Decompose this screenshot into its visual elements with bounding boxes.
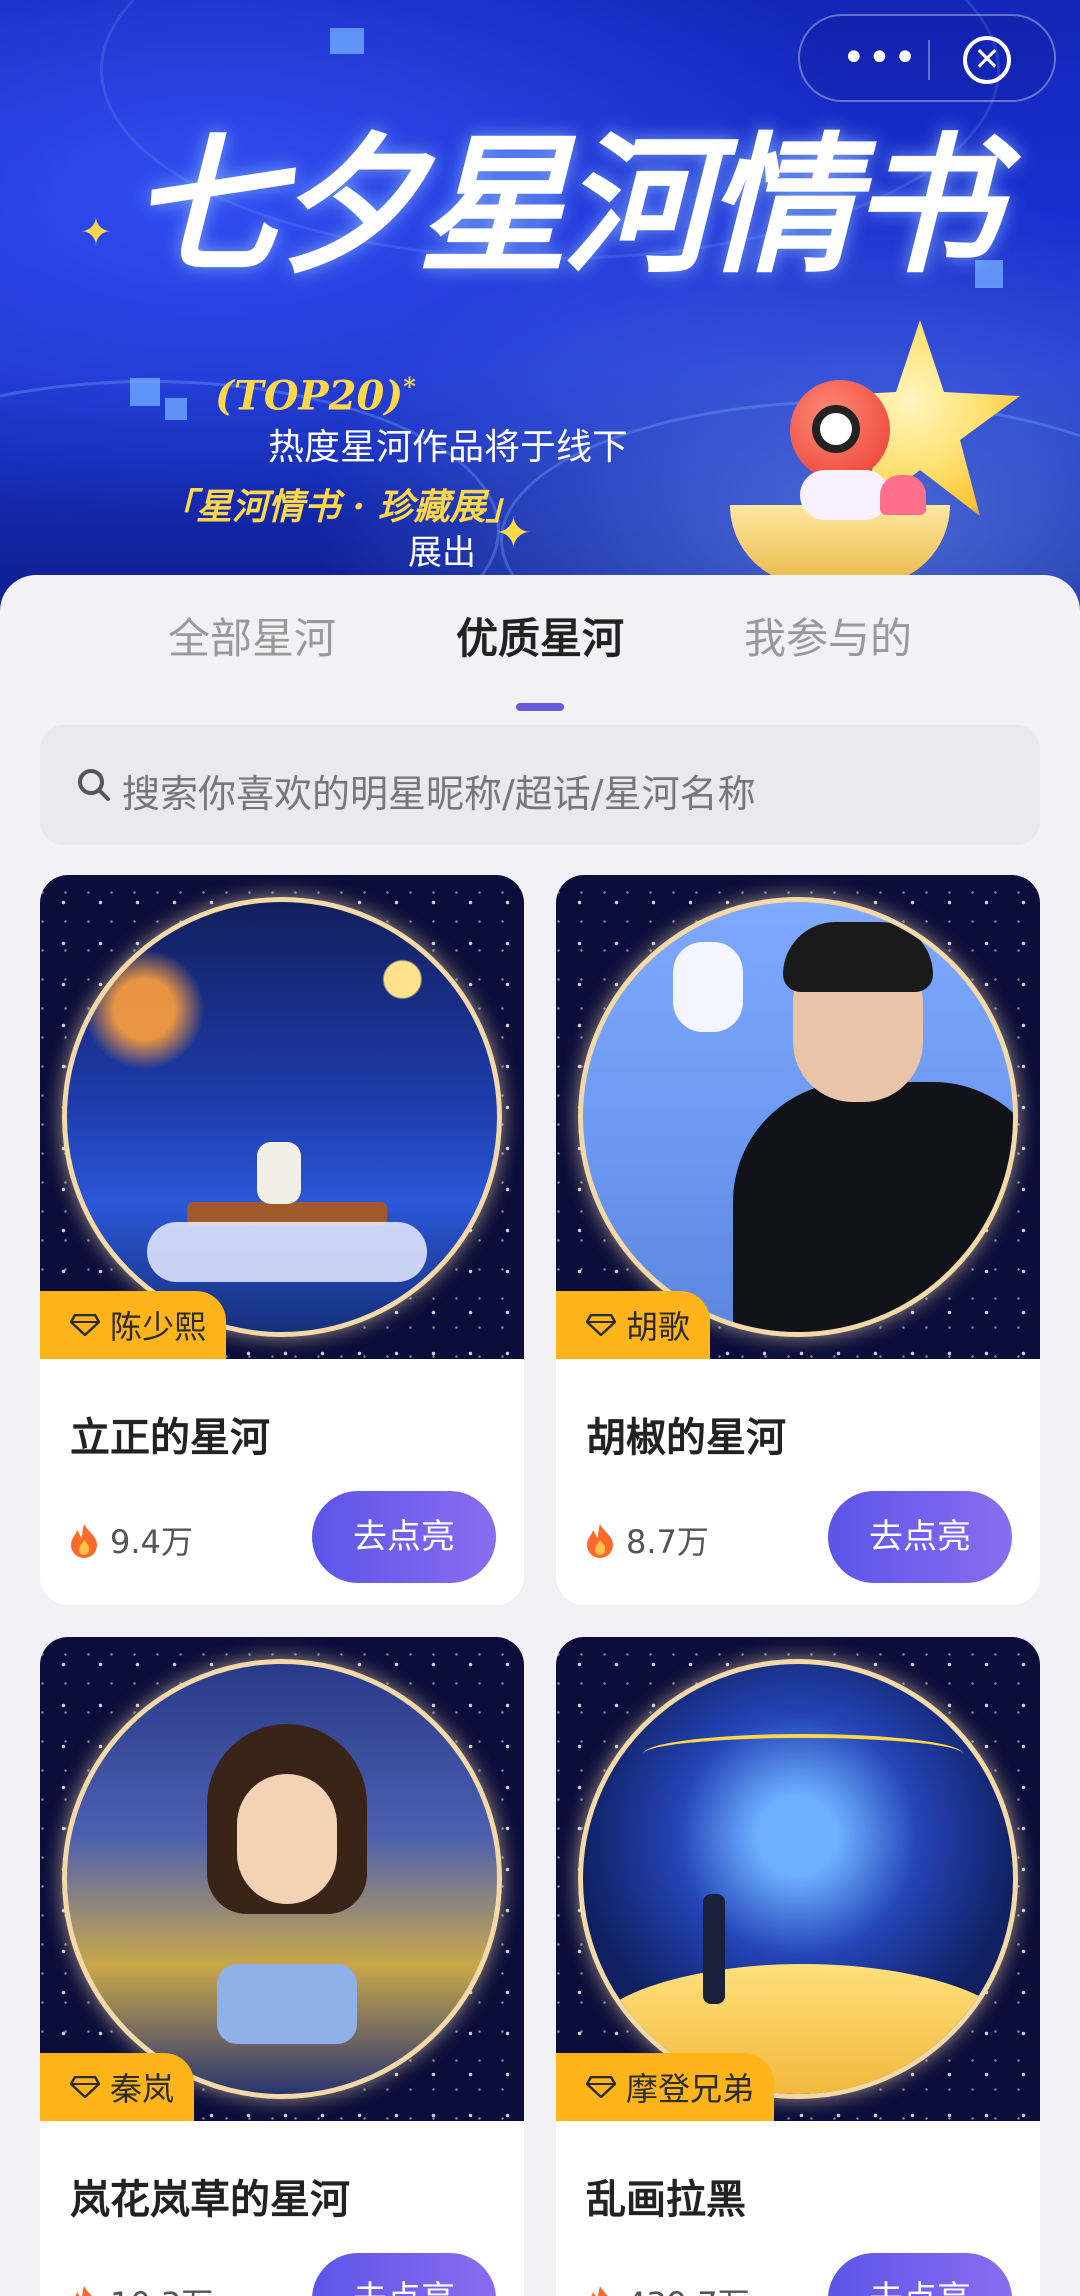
tab-mine[interactable]: 我参与的 <box>744 605 912 666</box>
more-button[interactable]: ••• <box>842 38 919 78</box>
galaxy-card[interactable]: 秦岚 岚花岚草的星河 10.3万 去点亮 <box>40 1637 524 2296</box>
content-panel: 全部星河 优质星河 我参与的 搜索你喜欢的明星昵称/超话/星河名称 陈少熙 立正… <box>0 575 1080 2296</box>
light-up-button[interactable]: 去点亮 <box>828 1491 1012 1583</box>
galaxy-artwork <box>556 1637 1040 2121</box>
galaxy-artwork <box>556 875 1040 1359</box>
diamond-icon <box>70 2076 100 2098</box>
search-icon <box>78 769 110 801</box>
flame-icon <box>75 2286 92 2296</box>
galaxy-card[interactable]: 胡歌 胡椒的星河 8.7万 去点亮 <box>556 875 1040 1605</box>
banner-pixel <box>130 378 160 406</box>
banner-line-2: 热度星河作品将于线下 <box>268 427 629 468</box>
mascot-eye <box>812 405 860 453</box>
heat-count: 8.7万 <box>584 1517 709 1563</box>
galaxy-card[interactable]: 陈少熙 立正的星河 9.4万 去点亮 <box>40 875 524 1605</box>
heart-icon <box>880 475 926 515</box>
light-up-button[interactable]: 去点亮 <box>312 2253 496 2296</box>
sparkle-icon: ✦ <box>80 210 112 254</box>
star-tag: 陈少熙 <box>40 1291 227 1359</box>
banner-line-4: 展出 <box>408 533 476 573</box>
flame-icon <box>587 1524 613 1558</box>
heat-count: 439.7万 <box>584 2279 750 2296</box>
galaxy-artwork <box>40 875 524 1359</box>
star-name: 陈少熙 <box>110 1308 207 1346</box>
star-name: 胡歌 <box>626 1308 691 1346</box>
flame-icon <box>71 1524 97 1558</box>
heat-value: 9.4万 <box>110 1523 193 1561</box>
search-placeholder: 搜索你喜欢的明星昵称/超话/星河名称 <box>122 772 756 816</box>
galaxy-card[interactable]: 摩登兄弟 乱画拉黑 439.7万 去点亮 <box>556 1637 1040 2296</box>
tab-all[interactable]: 全部星河 <box>168 605 336 666</box>
banner-line-3: 「星河情书 · 珍藏展」 <box>160 486 522 528</box>
close-button[interactable]: ✕ <box>963 36 1011 84</box>
tab-quality[interactable]: 优质星河 <box>456 605 624 666</box>
diamond-icon <box>586 2076 616 2098</box>
event-banner: 七夕星河情书 (TOP20)* 热度星河作品将于线下 「星河情书 · 珍藏展」 … <box>0 0 1080 620</box>
star-tag: 秦岚 <box>40 2053 195 2121</box>
star-name: 摩登兄弟 <box>626 2070 755 2108</box>
tab-bar: 全部星河 优质星河 我参与的 <box>0 605 1080 711</box>
star-name: 秦岚 <box>110 2070 175 2108</box>
banner-pixel <box>165 398 187 420</box>
card-title: 立正的星河 <box>70 1415 270 1461</box>
card-title: 胡椒的星河 <box>586 1415 786 1461</box>
heat-value: 8.7万 <box>626 1523 709 1561</box>
banner-top20: (TOP20)* <box>215 372 416 420</box>
mascot-body <box>800 470 890 520</box>
heat-value: 439.7万 <box>626 2279 750 2296</box>
diamond-icon <box>586 1314 616 1336</box>
sparkle-icon: ✦ <box>495 508 532 559</box>
galaxy-artwork <box>40 1637 524 2121</box>
heat-value: 10.3万 <box>110 2279 213 2296</box>
capsule-divider <box>928 40 930 80</box>
star-tag: 胡歌 <box>556 1291 711 1359</box>
flame-icon <box>591 2286 608 2296</box>
miniprogram-capsule: ••• ✕ <box>798 14 1056 102</box>
light-up-button[interactable]: 去点亮 <box>828 2253 1012 2296</box>
diamond-icon <box>70 1314 100 1336</box>
heat-count: 9.4万 <box>68 1517 193 1563</box>
card-title: 岚花岚草的星河 <box>70 2177 350 2223</box>
light-up-button[interactable]: 去点亮 <box>312 1491 496 1583</box>
card-title: 乱画拉黑 <box>586 2177 746 2223</box>
banner-pixel <box>330 28 364 54</box>
banner-title: 七夕星河情书 <box>130 118 1000 294</box>
heat-count: 10.3万 <box>68 2279 213 2296</box>
search-bar[interactable]: 搜索你喜欢的明星昵称/超话/星河名称 <box>40 725 1040 845</box>
star-tag: 摩登兄弟 <box>556 2053 775 2121</box>
active-tab-indicator <box>516 703 564 711</box>
